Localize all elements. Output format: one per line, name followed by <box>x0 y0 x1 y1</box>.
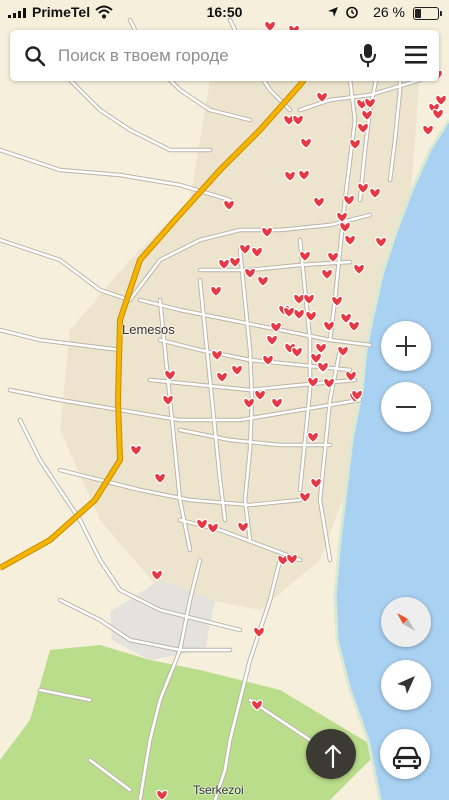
minus-icon <box>396 406 416 408</box>
compass-icon <box>397 613 415 631</box>
search-bar[interactable]: Поиск в твоем городе <box>10 30 439 81</box>
compass-button[interactable] <box>381 597 431 647</box>
microphone-icon[interactable] <box>359 43 377 69</box>
plus-icon <box>396 336 416 356</box>
location-arrow-icon <box>328 7 338 17</box>
zoom-in-button[interactable] <box>381 321 431 371</box>
battery-percent: 26 % <box>373 4 405 20</box>
arrow-up-icon <box>324 744 342 769</box>
menu-icon[interactable] <box>405 46 427 64</box>
battery-icon <box>413 7 442 20</box>
car-icon <box>392 746 422 769</box>
navigation-arrow-icon <box>397 676 415 694</box>
my-location-button[interactable] <box>381 660 431 710</box>
zoom-out-button[interactable] <box>381 382 431 432</box>
alarm-icon <box>346 6 358 19</box>
map-label-district: Tserkezoi <box>193 783 244 797</box>
search-input[interactable]: Поиск в твоем городе <box>58 46 229 66</box>
search-icon <box>25 46 46 67</box>
status-bar: PrimeTel 16:50 26 % <box>0 0 449 26</box>
route-button[interactable] <box>306 729 356 779</box>
car-mode-button[interactable] <box>380 729 430 779</box>
map-label-city: Lemesos <box>122 322 175 337</box>
